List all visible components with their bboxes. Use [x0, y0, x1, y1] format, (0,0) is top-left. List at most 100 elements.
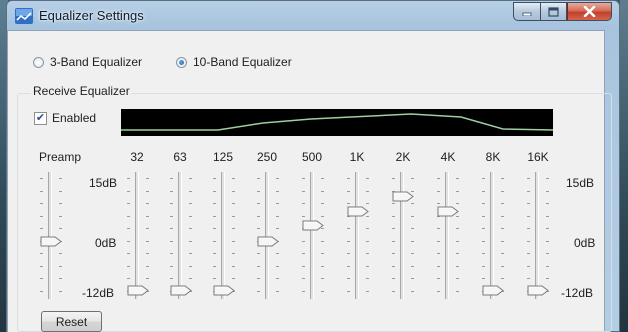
band-125-tick-mark: [213, 203, 216, 204]
band-500-tick-mark: [321, 216, 324, 217]
band-32-tick-mark: [146, 278, 149, 279]
preamp-tick-mark: [59, 291, 62, 292]
band-63-tick-mark: [189, 278, 192, 279]
band-500-tick-mark: [321, 278, 324, 279]
band-250-tick-mark: [276, 216, 279, 217]
minimize-icon: [522, 12, 532, 16]
band-1k-tick-mark: [366, 228, 369, 229]
band-16k-tick-mark: [546, 228, 549, 229]
band-125-tick-mark: [232, 241, 235, 242]
band-4k-slider-track[interactable]: [445, 172, 449, 299]
band-32-tick-mark: [146, 178, 149, 179]
band-500-tick-mark: [321, 203, 324, 204]
band-8k-tick-mark: [501, 241, 504, 242]
band-32-slider-thumb[interactable]: [127, 285, 149, 296]
band-63-slider-track[interactable]: [178, 172, 182, 299]
band-250-tick-mark: [257, 191, 260, 192]
band-2k-tick-mark: [392, 228, 395, 229]
receive-equalizer-group-label: Receive Equalizer: [31, 84, 132, 98]
enabled-checkbox[interactable]: ✔ Enabled: [34, 111, 96, 125]
band-125-tick-mark: [213, 178, 216, 179]
band-500-tick-mark: [302, 216, 305, 217]
preamp-slider-thumb[interactable]: [40, 236, 62, 247]
checkmark-icon[interactable]: ✔: [34, 111, 47, 125]
band-32-tick-mark: [146, 203, 149, 204]
radio-10-band-indicator[interactable]: [176, 56, 187, 68]
band-500-tick-mark: [302, 291, 305, 292]
band-1k-slider-thumb[interactable]: [347, 206, 369, 217]
preamp-tick-mark: [40, 228, 43, 229]
band-2k-tick-mark: [392, 253, 395, 254]
band-1k-tick-mark: [366, 266, 369, 267]
band-8k-tick-mark: [501, 278, 504, 279]
band-scale-mid: 0dB: [574, 236, 596, 250]
band-250-tick-mark: [257, 253, 260, 254]
preamp-tick-mark: [59, 191, 62, 192]
band-16k-slider-track[interactable]: [535, 172, 539, 299]
preamp-scale-min: -12dB: [82, 286, 115, 300]
band-250-tick-mark: [276, 191, 279, 192]
minimize-button[interactable]: [513, 2, 540, 21]
close-button[interactable]: [567, 2, 612, 21]
band-4k-tick-mark: [437, 291, 440, 292]
band-4k-tick-mark: [456, 178, 459, 179]
band-250-slider-thumb[interactable]: [257, 236, 279, 247]
window-title: Equalizer Settings: [39, 8, 144, 23]
band-label-4k: 4K: [440, 150, 456, 164]
band-500-tick-mark: [302, 178, 305, 179]
band-500-tick-mark: [321, 178, 324, 179]
radio-10-band[interactable]: 10-Band Equalizer: [176, 55, 292, 69]
equalizer-app-icon: [15, 8, 33, 24]
band-500-slider-thumb[interactable]: [302, 220, 324, 231]
band-32-tick-mark: [146, 266, 149, 267]
band-63-slider-thumb[interactable]: [170, 285, 192, 296]
band-scale-min: -12dB: [561, 286, 594, 300]
band-500-tick-mark: [302, 191, 305, 192]
band-500-tick-mark: [321, 266, 324, 267]
band-8k-tick-mark: [501, 203, 504, 204]
maximize-icon: [548, 6, 559, 17]
title-bar[interactable]: Equalizer Settings: [7, 1, 619, 31]
band-2k-slider-thumb[interactable]: [392, 191, 414, 202]
band-16k-slider-thumb[interactable]: [527, 285, 549, 296]
band-2k-tick-mark: [392, 203, 395, 204]
band-8k-tick-mark: [482, 191, 485, 192]
band-8k-slider-track[interactable]: [490, 172, 494, 299]
band-63-tick-mark: [170, 191, 173, 192]
band-16k-tick-mark: [527, 203, 530, 204]
caption-buttons: [513, 2, 612, 21]
band-500-slider-track[interactable]: [310, 172, 314, 299]
band-label-16k: 16K: [527, 150, 549, 164]
band-2k-tick-mark: [392, 278, 395, 279]
band-4k-slider-thumb[interactable]: [437, 206, 459, 217]
band-8k-slider-thumb[interactable]: [482, 285, 504, 296]
band-1k-slider-track[interactable]: [355, 172, 359, 299]
preamp-tick-mark: [59, 266, 62, 267]
band-4k-tick-mark: [437, 191, 440, 192]
band-4k-tick-mark: [456, 228, 459, 229]
band-125-tick-mark: [232, 178, 235, 179]
band-1k-tick-mark: [347, 191, 350, 192]
band-125-tick-mark: [213, 253, 216, 254]
band-32-slider-track[interactable]: [135, 172, 139, 299]
preamp-tick-mark: [59, 178, 62, 179]
preamp-tick-mark: [40, 216, 43, 217]
radio-3-band-indicator[interactable]: [33, 56, 44, 68]
band-125-slider-thumb[interactable]: [213, 285, 235, 296]
band-63-tick-mark: [170, 178, 173, 179]
band-8k-tick-mark: [501, 266, 504, 267]
band-2k-tick-mark: [411, 291, 414, 292]
eq-curve-line: [121, 113, 554, 131]
band-2k-tick-mark: [411, 178, 414, 179]
band-500-tick-mark: [321, 241, 324, 242]
band-16k-tick-mark: [527, 178, 530, 179]
band-4k-tick-mark: [437, 241, 440, 242]
reset-button[interactable]: Reset: [41, 311, 102, 332]
band-1k-tick-mark: [347, 253, 350, 254]
band-250-tick-mark: [257, 278, 260, 279]
band-125-slider-track[interactable]: [221, 172, 225, 299]
maximize-button[interactable]: [540, 2, 567, 21]
band-32-tick-mark: [146, 228, 149, 229]
radio-3-band[interactable]: 3-Band Equalizer: [33, 55, 142, 69]
band-250-tick-mark: [276, 291, 279, 292]
